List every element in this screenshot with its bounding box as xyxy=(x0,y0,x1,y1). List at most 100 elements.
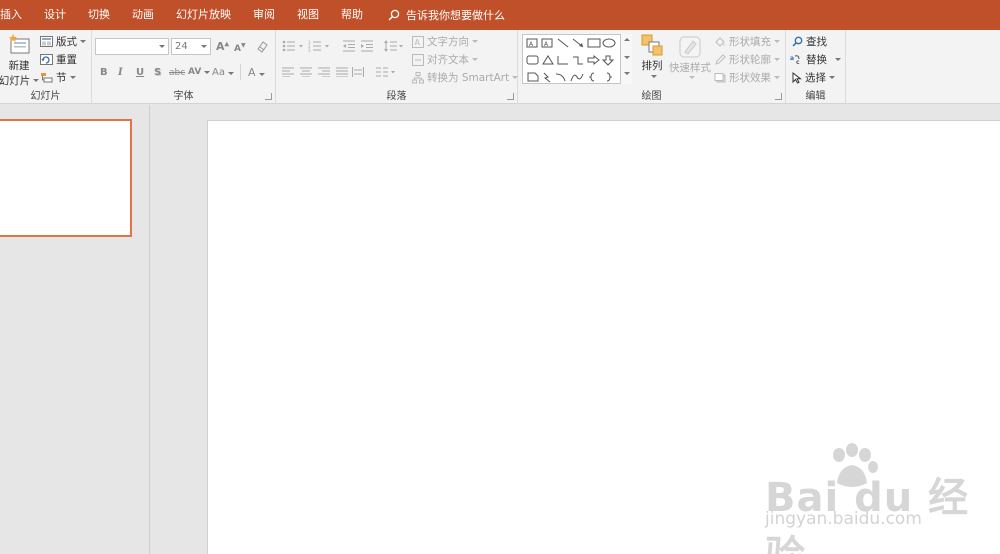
tab-design[interactable]: 设计 xyxy=(33,0,77,30)
shrink-font-button[interactable]: A▼ xyxy=(234,42,246,54)
strikethrough-button[interactable]: abc xyxy=(169,68,185,78)
align-text-label: 对齐文本 xyxy=(427,54,469,66)
italic-button[interactable]: I xyxy=(118,67,123,78)
shrink-font-label: A xyxy=(234,44,241,54)
smartart-icon xyxy=(412,71,424,83)
editing-group: 查找 ac 替换 选择 编辑 xyxy=(786,30,846,104)
layout-icon xyxy=(40,36,53,47)
drawing-dialog-launcher[interactable] xyxy=(775,93,782,100)
clear-format-icon[interactable] xyxy=(256,40,269,53)
paragraph-dialog-launcher[interactable] xyxy=(507,93,514,100)
align-right-icon[interactable] xyxy=(318,67,330,77)
find-button[interactable]: 查找 xyxy=(792,34,827,49)
font-size-combobox[interactable]: 24 xyxy=(171,38,211,55)
line-spacing-icon[interactable] xyxy=(384,40,404,52)
editing-group-label: 编辑 xyxy=(805,91,826,102)
cursor-icon xyxy=(792,71,802,84)
section-label: 节 xyxy=(56,72,67,84)
tab-help[interactable]: 帮助 xyxy=(330,0,374,30)
paint-bucket-icon xyxy=(715,36,725,47)
justify-icon[interactable] xyxy=(336,67,348,77)
find-label: 查找 xyxy=(806,36,827,48)
replace-icon: ac xyxy=(790,55,800,65)
underline-button[interactable]: U xyxy=(136,67,144,78)
increase-indent-icon[interactable] xyxy=(360,40,374,52)
reset-button[interactable]: 重置 xyxy=(40,52,77,67)
svg-text:c: c xyxy=(796,59,800,65)
new-slide-label-1: 新建 xyxy=(8,60,30,72)
layout-button[interactable]: 版式 xyxy=(40,34,86,49)
reset-label: 重置 xyxy=(56,54,77,66)
text-direction-button[interactable]: A 文字方向 xyxy=(412,34,478,49)
columns-icon[interactable] xyxy=(376,67,396,77)
arrange-button[interactable]: 排列 xyxy=(639,34,665,78)
align-left-icon[interactable] xyxy=(282,67,294,77)
ribbon: 新建 幻灯片 版式 重置 节 幻灯片 24 A▲ A▼ B I U S abc … xyxy=(0,30,1000,104)
tab-view[interactable]: 视图 xyxy=(286,0,330,30)
quick-styles-button[interactable]: 快速样式 xyxy=(668,34,712,79)
svg-text:A: A xyxy=(415,38,421,47)
slide-thumbnail-1[interactable] xyxy=(0,119,132,237)
font-group-label: 字体 xyxy=(173,91,194,102)
numbering-icon[interactable]: 123 xyxy=(308,40,330,52)
slides-group: 新建 幻灯片 版式 重置 节 幻灯片 xyxy=(0,30,92,104)
replace-button[interactable]: ac 替换 xyxy=(790,52,841,67)
paragraph-group: 123 A 文字方向 对齐文本 转换为 SmartArt 段落 xyxy=(276,30,519,104)
slides-group-label: 幻灯片 xyxy=(30,91,61,102)
shapes-gallery[interactable]: A A xyxy=(522,34,632,84)
quick-styles-label: 快速样式 xyxy=(669,62,711,74)
paragraph-group-label: 段落 xyxy=(386,91,407,102)
shapes-gallery-scroll[interactable] xyxy=(620,34,632,84)
reset-icon xyxy=(40,54,53,65)
font-name-combobox[interactable] xyxy=(95,38,169,55)
tab-slideshow[interactable]: 幻灯片放映 xyxy=(165,0,242,30)
shape-fill-label: 形状填充 xyxy=(729,36,771,48)
change-case-label: Aa xyxy=(212,67,225,78)
shadow-button[interactable]: S xyxy=(154,67,161,78)
change-case-button[interactable]: Aa xyxy=(212,67,234,78)
select-label: 选择 xyxy=(805,72,826,84)
char-spacing-label: AV xyxy=(188,67,202,77)
pen-icon xyxy=(715,53,726,65)
shape-outline-button[interactable]: 形状轮廓 xyxy=(714,52,780,67)
tab-transitions[interactable]: 切换 xyxy=(77,0,121,30)
font-color-label: A xyxy=(248,66,256,79)
shape-fill-button[interactable]: 形状填充 xyxy=(714,34,780,49)
layout-label: 版式 xyxy=(56,36,77,48)
new-slide-button[interactable]: 新建 幻灯片 xyxy=(0,34,40,88)
baidu-watermark: Bai du 经验 jingyan.baidu.com xyxy=(765,443,985,554)
select-button[interactable]: 选择 xyxy=(792,70,835,85)
grow-font-button[interactable]: A▲ xyxy=(216,40,229,53)
char-spacing-button[interactable]: AV xyxy=(188,67,211,77)
tell-me-text: 告诉我你想要做什么 xyxy=(406,9,505,22)
grow-font-label: A xyxy=(216,40,225,53)
bullets-icon[interactable] xyxy=(282,40,304,52)
search-icon xyxy=(388,9,400,21)
tell-me-search[interactable]: 告诉我你想要做什么 xyxy=(388,0,505,30)
tab-insert[interactable]: 插入 xyxy=(0,0,33,30)
decrease-indent-icon[interactable] xyxy=(342,40,356,52)
font-color-button[interactable]: A xyxy=(248,66,265,79)
text-direction-label: 文字方向 xyxy=(427,36,469,48)
tab-review[interactable]: 审阅 xyxy=(242,0,286,30)
shape-outline-label: 形状轮廓 xyxy=(729,54,771,66)
distributed-icon[interactable] xyxy=(352,67,364,77)
font-group: 24 A▲ A▼ B I U S abc AV Aa A 字体 xyxy=(92,30,276,104)
watermark-url: jingyan.baidu.com xyxy=(765,509,922,529)
align-text-button[interactable]: 对齐文本 xyxy=(412,52,478,67)
drawing-group: A A 排列 快速样式 形状填充 形状轮廓 形状效果 绘图 xyxy=(518,30,786,104)
bold-button[interactable]: B xyxy=(100,67,108,78)
section-icon xyxy=(41,73,53,83)
convert-smartart-button[interactable]: 转换为 SmartArt xyxy=(412,70,519,85)
section-button[interactable]: 节 xyxy=(40,70,76,85)
convert-smartart-label: 转换为 SmartArt xyxy=(427,72,510,84)
align-center-icon[interactable] xyxy=(300,67,312,77)
font-dialog-launcher[interactable] xyxy=(265,93,272,100)
ribbon-tab-bar: 插入 设计 切换 动画 幻灯片放映 审阅 视图 帮助 告诉我你想要做什么 xyxy=(0,0,1000,30)
new-slide-label-2: 幻灯片 xyxy=(0,75,31,87)
shape-effects-button[interactable]: 形状效果 xyxy=(714,70,780,85)
tab-animations[interactable]: 动画 xyxy=(121,0,165,30)
arrange-label: 排列 xyxy=(641,60,663,72)
quick-styles-icon xyxy=(679,36,701,58)
text-direction-icon: A xyxy=(412,35,424,48)
